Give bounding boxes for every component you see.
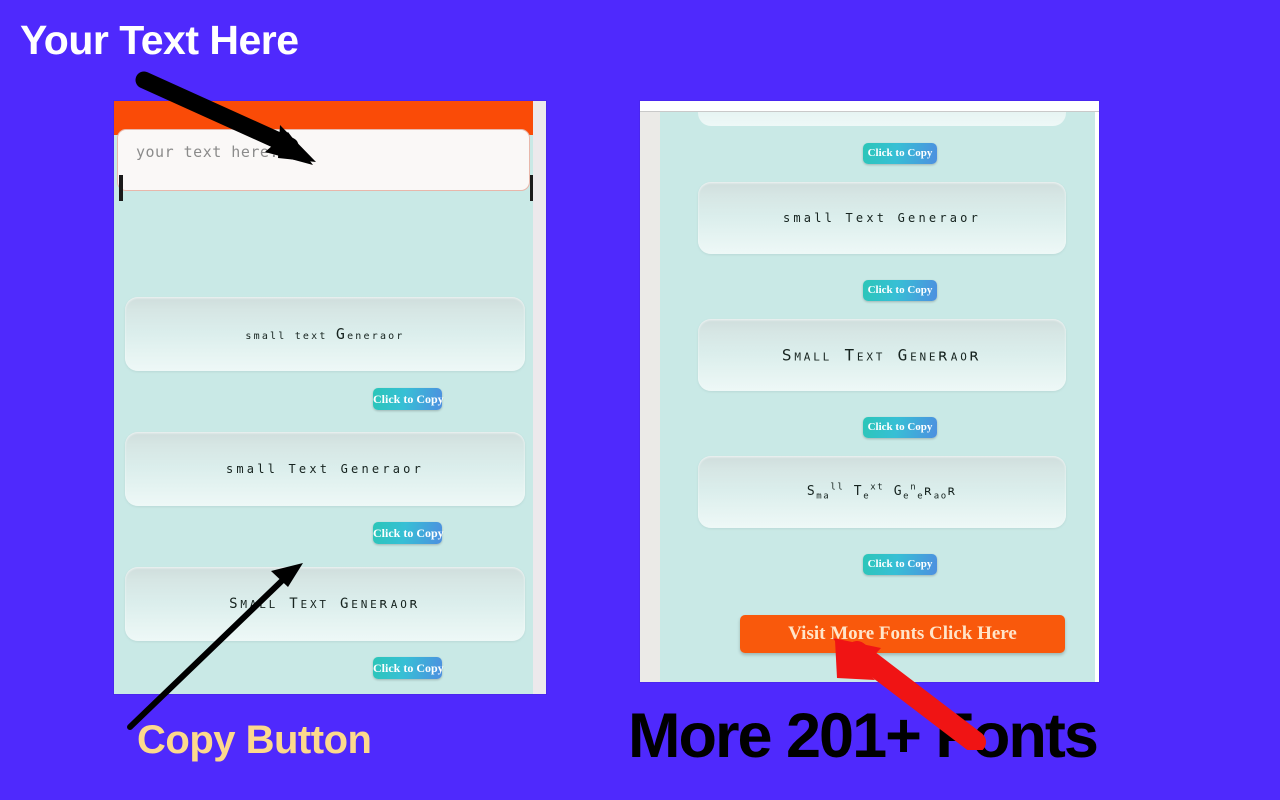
text-input-placeholder[interactable]: your text here..	[136, 143, 289, 161]
left-app-screenshot: your text here.. small text Generaor Cli…	[114, 101, 546, 694]
visit-more-fonts-button[interactable]: Visit More Fonts Click Here	[740, 615, 1065, 653]
left-app-viewport: your text here.. small text Generaor Cli…	[114, 101, 533, 694]
result-card-partial-top[interactable]	[698, 112, 1066, 126]
result-card-r1[interactable]: small Text Generaor	[698, 182, 1066, 254]
result-text-3: SMALL TEXT GENEʀAOʀ	[229, 596, 421, 612]
copy-button-1[interactable]: Click to Copy	[373, 388, 444, 410]
result-card-r3[interactable]: Small Text Geneʀaoʀ	[698, 456, 1066, 528]
result-card-1[interactable]: small text Generaor	[125, 297, 525, 371]
browser-top-bar	[640, 101, 1099, 112]
text-cursor-right	[530, 175, 533, 201]
result-text-2: small Text Generaor	[225, 462, 425, 476]
text-cursor-left	[119, 175, 123, 201]
result-text-1: small text Generaor	[245, 325, 405, 343]
result-text-r1: small Text Generaor	[782, 211, 982, 225]
right-app-screenshot: Click to Copy small Text Generaor Click …	[640, 101, 1099, 682]
copy-button-r4[interactable]: Click to Copy	[863, 554, 937, 575]
page-left-gutter	[640, 112, 660, 682]
annotation-label-copy-button: Copy Button	[137, 718, 372, 762]
result-card-r2[interactable]: SMALL TEXT GENEʀAOʀ	[698, 319, 1066, 391]
copy-button-r1[interactable]: Click to Copy	[863, 143, 937, 164]
copy-button-2[interactable]: Click to Copy	[373, 522, 444, 544]
result-text-r3: Small Text Geneʀaoʀ	[806, 482, 958, 502]
copy-button-3[interactable]: Click to Copy	[373, 657, 444, 679]
result-card-2[interactable]: small Text Generaor	[125, 432, 525, 506]
annotation-label-more-fonts: More 201+ Fonts	[628, 701, 1099, 771]
screenshot-canvas: Your Text Here Copy Button More 201+ Fon…	[0, 0, 1280, 800]
annotation-title-your-text: Your Text Here	[20, 17, 299, 63]
copy-button-r3[interactable]: Click to Copy	[863, 417, 937, 438]
right-app-viewport: Click to Copy small Text Generaor Click …	[660, 112, 1095, 682]
result-text-r2: SMALL TEXT GENEʀAOʀ	[781, 345, 983, 365]
copy-button-r2[interactable]: Click to Copy	[863, 280, 937, 301]
result-card-3[interactable]: SMALL TEXT GENEʀAOʀ	[125, 567, 525, 641]
